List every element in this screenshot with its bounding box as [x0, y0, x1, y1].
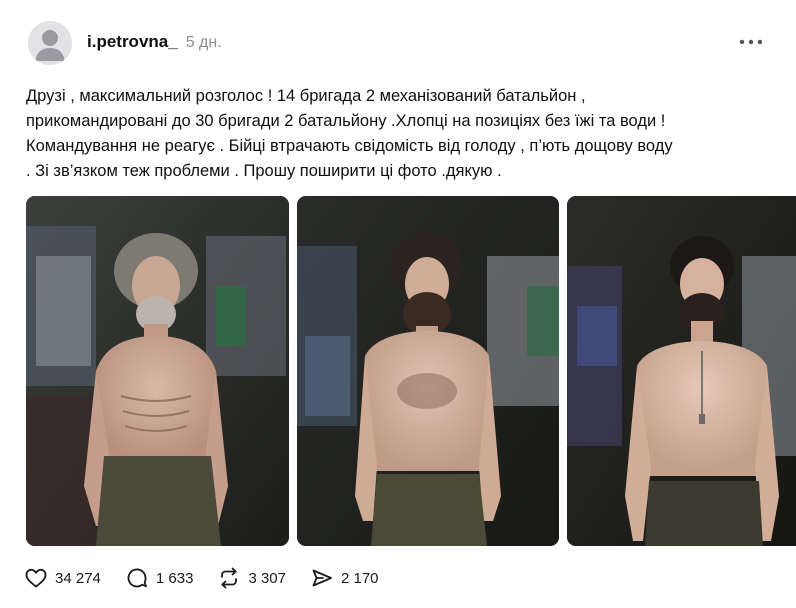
post-photo-2[interactable]	[297, 196, 559, 546]
photo-carousel[interactable]	[26, 196, 796, 546]
comment-bubble-icon	[127, 568, 147, 588]
more-horizontal-icon	[739, 39, 763, 45]
more-options-button[interactable]	[737, 32, 765, 52]
share-count: 2 170	[340, 569, 379, 587]
share-button[interactable]: 2 170	[310, 565, 379, 591]
post-card: i.petrovna_ 5 дн. Друзі , максимальний р…	[0, 0, 796, 608]
reply-button[interactable]: 1 633	[125, 565, 194, 591]
post-header: i.petrovna_ 5 дн.	[87, 32, 222, 52]
post-text: Друзі , максимальний розголос ! 14 брига…	[26, 87, 673, 180]
heart-icon	[25, 568, 47, 588]
default-avatar-icon	[28, 21, 72, 65]
action-bar: 34 274 1 633 3 307 2 170	[24, 565, 403, 591]
like-button[interactable]: 34 274	[24, 565, 101, 591]
post-photo-3[interactable]	[567, 196, 796, 546]
username[interactable]: i.petrovna_	[87, 32, 178, 52]
post-photo-1[interactable]	[26, 196, 289, 546]
avatar[interactable]	[28, 21, 72, 65]
repost-arrows-icon	[221, 567, 238, 589]
repost-count: 3 307	[248, 569, 286, 587]
timestamp[interactable]: 5 дн.	[186, 34, 222, 52]
send-arrow-icon	[312, 569, 332, 587]
like-count: 34 274	[55, 569, 101, 587]
repost-button[interactable]: 3 307	[217, 565, 286, 591]
reply-count: 1 633	[155, 569, 194, 587]
